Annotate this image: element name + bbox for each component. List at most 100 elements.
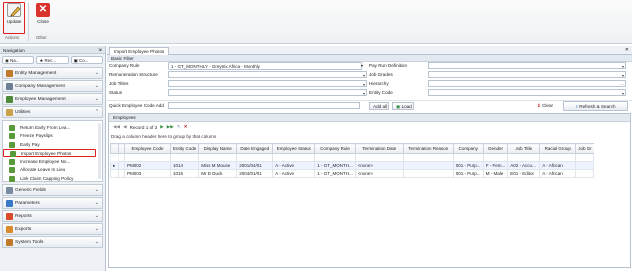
nav-group-entity[interactable]: Entity Management ⌄ — [2, 67, 103, 79]
remuneration-structure-select[interactable]: ▾ — [168, 71, 367, 78]
cell: A - Active — [272, 169, 316, 178]
col-date-engaged[interactable]: Date Engaged — [236, 143, 274, 154]
company-rule-select[interactable]: 1 - GT_MONTHLY - Greytrix Africa - Month… — [168, 62, 362, 70]
first-record-icon[interactable]: ◀◀ — [113, 124, 120, 130]
update-button[interactable]: Update — [4, 3, 24, 33]
nav-group-exports[interactable]: Exports ⌄ — [2, 223, 103, 235]
nav-tab-navigation[interactable]: ◉ Na... — [2, 56, 35, 64]
nav-group-employee[interactable]: Employee Management ⌄ — [2, 93, 103, 105]
cell: <none> — [354, 161, 404, 170]
last-record-icon[interactable]: ▶▶ — [167, 124, 174, 130]
tab-import-employee-photos[interactable]: Import Employee Photos — [109, 47, 170, 55]
utilities-scrollbar[interactable] — [98, 123, 101, 179]
filter-label: Company Rule — [109, 63, 140, 68]
nav-header: Navigation ⇲ — [0, 46, 105, 54]
col-company[interactable]: Company — [452, 143, 484, 154]
nav-tab-recent[interactable]: ★ Rec... — [36, 56, 69, 64]
pay-run-definition-select[interactable]: ▾ — [428, 62, 626, 69]
nav-group-system-tools-label: System Tools — [15, 240, 44, 245]
cell: A - African — [539, 169, 577, 178]
pin-icon[interactable]: ⇲ — [98, 47, 102, 53]
next-record-icon[interactable]: ▶ — [160, 124, 164, 130]
group-actions: Actions — [5, 35, 20, 40]
nav-header-label: Navigation — [3, 47, 25, 53]
close-button[interactable]: ✕ Close — [33, 3, 53, 33]
util-item-link-claim[interactable]: Link Claim Capping Policy — [3, 174, 102, 183]
col-termination-date[interactable]: Termination Date — [354, 143, 404, 154]
utilities-icon — [6, 109, 13, 116]
nav-group-reports[interactable]: Reports ⌄ — [2, 210, 103, 222]
entity-code-select[interactable]: ▾ — [428, 89, 626, 96]
col-job-title[interactable]: Job Title — [507, 143, 541, 154]
close-tab-icon[interactable]: ✕ — [625, 47, 629, 53]
util-item-increase-employee[interactable]: Increase Employee No... — [3, 157, 102, 166]
prev-record-icon[interactable]: ◀ — [123, 124, 127, 130]
quick-employee-code-input[interactable] — [168, 102, 360, 109]
cell: 1 - GT_MONTH... — [314, 169, 356, 178]
clear-button[interactable]: ⬇ Clear — [532, 102, 558, 110]
filter-row-icon[interactable]: ˇ — [110, 153, 119, 162]
nav-tabs: ◉ Na... ★ Rec... ▣ Co... — [0, 54, 105, 66]
navigation-panel: Navigation ⇲ ◉ Na... ★ Rec... ▣ Co... En… — [0, 46, 106, 271]
cell: F - Fem... — [482, 161, 509, 170]
record-navigator: ◀◀ ◀ Record 1 of 3 ▶ ▶▶ ✎ ✕ — [109, 122, 630, 132]
hierarchy-select[interactable]: ··· — [428, 80, 626, 87]
load-button[interactable]: ▣ Load — [392, 102, 414, 110]
job-titles-select[interactable]: ▾ — [168, 80, 367, 87]
filter-row: ˇ — [110, 153, 595, 162]
employees-table: Employee Code Entity Code Display Name D… — [110, 143, 595, 178]
edit-record-icon[interactable]: ✎ — [177, 124, 181, 130]
util-item-early-pay[interactable]: Early Pay — [3, 140, 102, 149]
chevron-down-icon: ⌄ — [94, 96, 99, 102]
col-employee-code[interactable]: Employee Code — [124, 143, 171, 154]
refresh-search-button[interactable]: ⌕ Refresh & Search — [563, 101, 628, 111]
cell: A - Active — [272, 161, 316, 170]
cell — [575, 169, 595, 178]
filter-label: Job Titles — [109, 81, 129, 86]
nav-group-generic-fields[interactable]: Generic Fields ⌄ — [2, 184, 103, 196]
chevron-down-icon: ⌄ — [94, 226, 99, 232]
job-grades-select[interactable]: ▾ — [428, 71, 626, 78]
cell: A02 - Acco... — [507, 161, 541, 170]
util-item-return-early[interactable]: Return Early From Lea... — [3, 123, 102, 132]
delete-record-icon[interactable]: ✕ — [184, 124, 188, 130]
document-tabbar: Import Employee Photos ✕ — [107, 46, 632, 55]
util-item-import-photos[interactable]: Import Employee Photos — [3, 148, 96, 157]
add-all-button[interactable]: Add all — [369, 102, 389, 110]
table-row[interactable]: ▸ PM002 1014 Miss M Mouse 2001/04/01 A -… — [110, 161, 595, 170]
col-display-name[interactable]: Display Name — [198, 143, 238, 154]
cell: <none> — [354, 169, 404, 178]
update-icon — [7, 3, 21, 17]
col-racial-group[interactable]: Racial Group — [539, 143, 577, 154]
utility-item-icon — [9, 141, 15, 148]
col-job-grade[interactable]: Job Gr — [575, 143, 594, 154]
table-row[interactable]: PM003 1015 Mr D Duck 2004/01/01 A - Acti… — [110, 169, 595, 178]
util-item-label: Return Early From Lea... — [20, 124, 71, 130]
col-entity-code[interactable]: Entity Code — [169, 143, 200, 154]
col-employee-status[interactable]: Employee Status — [272, 143, 316, 154]
util-item-allocate-leave[interactable]: Allocate Leave In Lieu — [3, 166, 102, 175]
util-item-label: Early Pay — [20, 141, 40, 147]
nav-group-system-tools[interactable]: System Tools ⌄ — [2, 236, 103, 248]
utility-item-icon — [9, 167, 15, 173]
nav-group-utilities[interactable]: Utilities ⌃ — [2, 106, 103, 118]
nav-tab-navigation-label: Na... — [10, 58, 20, 63]
filter-label: Status — [109, 90, 123, 95]
util-item-freeze-payslips[interactable]: Freeze Payslips — [3, 132, 102, 141]
table-header-row: Employee Code Entity Code Display Name D… — [110, 143, 594, 154]
clear-icon: ⬇ — [536, 103, 541, 108]
col-termination-reason[interactable]: Termination Reason — [402, 143, 454, 154]
nav-group-parameters[interactable]: Parameters ⌄ — [2, 197, 103, 209]
nav-tab-company[interactable]: ▣ Co... — [70, 56, 103, 64]
nav-group-company[interactable]: Company Management ⌄ — [2, 80, 103, 92]
status-select[interactable]: ▾ — [168, 89, 367, 96]
cell: A - African — [539, 161, 577, 170]
col-gender[interactable]: Gender — [482, 143, 509, 154]
cell: 001 - Purp... — [452, 161, 484, 170]
chevron-down-icon: ▾ — [621, 63, 624, 69]
quick-add-label: Quick Employee Code Add — [109, 103, 164, 108]
col-company-rule[interactable]: Company Rule — [314, 143, 356, 154]
chevron-down-icon[interactable]: ▾ — [361, 63, 363, 68]
cell: 1 - GT_MONTH... — [314, 161, 356, 170]
utility-item-icon — [9, 158, 15, 165]
